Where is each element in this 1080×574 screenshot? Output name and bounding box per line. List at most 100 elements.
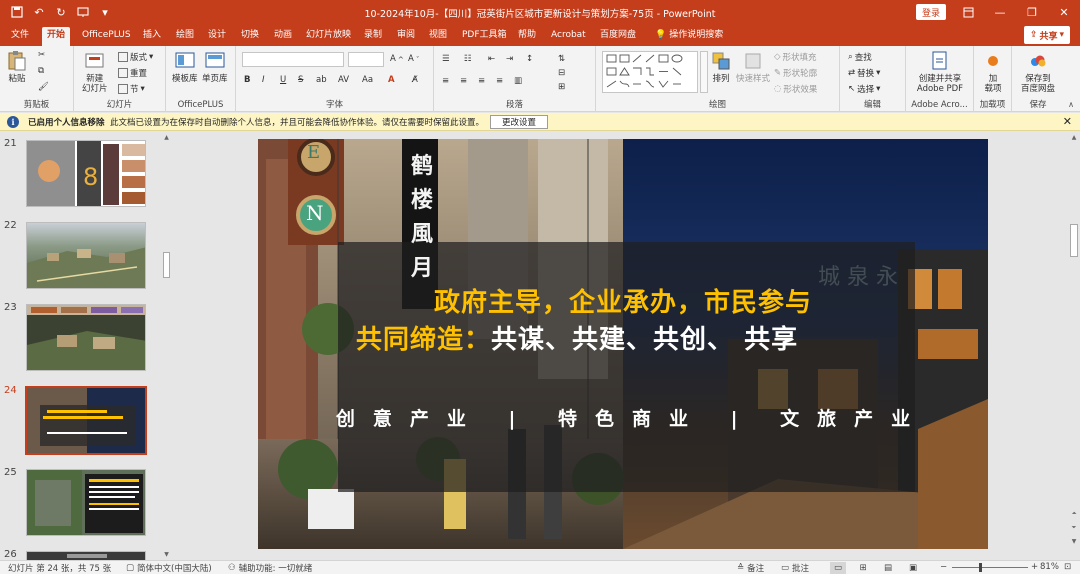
- bold-button[interactable]: B: [244, 75, 250, 85]
- cut-button[interactable]: ✂: [38, 50, 45, 60]
- zoom-slider-thumb[interactable]: [979, 563, 982, 572]
- line-spacing-button[interactable]: ↕: [526, 54, 533, 64]
- zoom-level[interactable]: 81%: [1040, 562, 1059, 572]
- collapse-ribbon-icon[interactable]: ∧: [1068, 100, 1074, 109]
- tab-officeplus[interactable]: OfficePLUS: [77, 27, 136, 46]
- next-slide-icon[interactable]: ⏷: [1068, 524, 1080, 532]
- close-icon[interactable]: ✕: [1063, 115, 1072, 128]
- align-center-button[interactable]: ≡: [460, 76, 467, 86]
- tab-record[interactable]: 录制: [359, 27, 387, 46]
- align-left-button[interactable]: ≡: [442, 76, 449, 86]
- reset-button[interactable]: 重置: [118, 67, 147, 79]
- paste-button[interactable]: 粘贴: [6, 50, 28, 84]
- accessibility-status[interactable]: ⚇ 辅助功能: 一切就绪: [228, 562, 312, 574]
- columns-button[interactable]: ▥: [514, 76, 522, 86]
- italic-button[interactable]: I: [262, 75, 265, 85]
- shape-effects-button[interactable]: ◌ 形状效果: [774, 83, 817, 95]
- bullets-button[interactable]: ☰: [442, 54, 450, 64]
- fit-to-window-icon[interactable]: ⊡: [1064, 562, 1071, 572]
- tab-review[interactable]: 审阅: [392, 27, 420, 46]
- scroll-down-icon[interactable]: ▼: [1068, 538, 1080, 545]
- save-to-baidu-button[interactable]: 保存到 百度网盘: [1016, 50, 1060, 94]
- justify-button[interactable]: ≡: [496, 76, 503, 86]
- layout-button[interactable]: 版式 ▾: [118, 51, 153, 63]
- tab-slideshow[interactable]: 幻灯片放映: [301, 27, 356, 46]
- text-direction-button[interactable]: ⇅: [558, 54, 565, 64]
- tab-design[interactable]: 设计: [203, 27, 231, 46]
- shrink-font-button[interactable]: Aˇ: [408, 54, 419, 64]
- share-button[interactable]: ⇪ 共享 ▾: [1024, 26, 1070, 44]
- decrease-indent-button[interactable]: ⇤: [488, 54, 495, 64]
- reading-view-button[interactable]: ▤: [880, 562, 896, 574]
- minimize-icon[interactable]: —: [984, 0, 1016, 24]
- current-slide[interactable]: 城 泉 永 鹤 楼 風 月 E N 政府主导，企业承办，市民参与 共同缔造：共谋…: [258, 139, 988, 549]
- tab-animations[interactable]: 动画: [269, 27, 297, 46]
- replace-button[interactable]: ⇄ 替换 ▾: [848, 67, 880, 79]
- smartart-button[interactable]: ⊞: [558, 82, 565, 92]
- tab-baidu-netdisk[interactable]: 百度网盘: [595, 27, 641, 46]
- shape-outline-button[interactable]: ✎ 形状轮廓: [774, 67, 817, 79]
- select-button[interactable]: ↖ 选择 ▾: [848, 83, 880, 95]
- zoom-out-button[interactable]: −: [940, 562, 947, 572]
- zoom-in-button[interactable]: +: [1031, 562, 1038, 572]
- font-color-button[interactable]: A: [388, 75, 395, 85]
- scrollbar-thumb[interactable]: [1070, 224, 1078, 257]
- shapes-gallery[interactable]: [602, 51, 698, 93]
- close-icon[interactable]: ✕: [1048, 0, 1080, 24]
- numbering-button[interactable]: ☷: [464, 54, 472, 64]
- single-page-library-button[interactable]: 单页库: [202, 50, 228, 84]
- shape-fill-button[interactable]: ◇ 形状填充: [774, 51, 817, 63]
- character-spacing-button[interactable]: AV: [338, 75, 349, 85]
- quick-styles-button[interactable]: 快速样式: [736, 50, 770, 84]
- tab-pdf-toolbox[interactable]: PDF工具箱: [457, 27, 512, 46]
- tab-transitions[interactable]: 切换: [236, 27, 264, 46]
- create-share-pdf-button[interactable]: 创建并共享 Adobe PDF: [912, 50, 968, 94]
- tab-view[interactable]: 视图: [424, 27, 452, 46]
- tab-insert[interactable]: 插入: [138, 27, 166, 46]
- tab-home[interactable]: 开始: [42, 27, 71, 46]
- align-text-button[interactable]: ⊟: [558, 68, 565, 78]
- slideshow-button[interactable]: ▣: [905, 562, 921, 574]
- language-indicator[interactable]: ▢ 简体中文(中国大陆): [126, 562, 212, 574]
- format-painter-button[interactable]: 🖌: [38, 82, 49, 92]
- template-library-button[interactable]: 模板库: [172, 50, 198, 84]
- editor-scrollbar[interactable]: ▲ ⏶ ⏷ ▼: [1068, 132, 1080, 560]
- zoom-slider-track[interactable]: [952, 567, 1028, 568]
- addins-button[interactable]: 加 载项: [980, 50, 1006, 94]
- tab-file[interactable]: 文件: [6, 27, 34, 46]
- ribbon-display-options-icon[interactable]: [952, 0, 984, 24]
- text-shadow-button[interactable]: ab: [316, 75, 327, 85]
- find-button[interactable]: ⌕ 查找: [848, 51, 872, 63]
- new-slide-button[interactable]: 新建 幻灯片: [82, 50, 108, 94]
- increase-indent-button[interactable]: ⇥: [506, 54, 513, 64]
- comments-button[interactable]: ▭ 批注: [781, 562, 809, 574]
- grow-font-button[interactable]: A ^: [390, 54, 404, 64]
- clear-formatting-button[interactable]: A̸: [412, 75, 418, 85]
- arrange-button[interactable]: 排列: [710, 50, 732, 84]
- shapes-gallery-scroll[interactable]: [700, 51, 708, 93]
- scrollbar-thumb[interactable]: [163, 252, 170, 278]
- change-settings-button[interactable]: 更改设置: [490, 115, 548, 129]
- font-size-dropdown[interactable]: [348, 52, 384, 67]
- underline-button[interactable]: U: [280, 75, 286, 85]
- tab-draw[interactable]: 绘图: [171, 27, 199, 46]
- align-right-button[interactable]: ≡: [478, 76, 485, 86]
- scroll-up-icon[interactable]: ▲: [163, 134, 170, 141]
- login-button[interactable]: 登录: [916, 4, 946, 20]
- notes-button[interactable]: ≙ 备注: [737, 562, 764, 574]
- tab-help[interactable]: 帮助: [513, 27, 541, 46]
- scroll-up-icon[interactable]: ▲: [1068, 134, 1080, 141]
- tab-acrobat[interactable]: Acrobat: [546, 27, 591, 46]
- section-button[interactable]: 节 ▾: [118, 83, 145, 95]
- tell-me-search[interactable]: 💡 操作说明搜索: [650, 27, 728, 46]
- prev-slide-icon[interactable]: ⏶: [1068, 510, 1080, 518]
- font-name-dropdown[interactable]: [242, 52, 344, 67]
- change-case-button[interactable]: Aa: [362, 75, 373, 85]
- thumbnails-scrollbar[interactable]: ▲ ▼: [161, 132, 172, 560]
- scroll-down-icon[interactable]: ▼: [163, 551, 170, 558]
- copy-button[interactable]: ⧉: [38, 66, 44, 76]
- strikethrough-button[interactable]: S: [298, 75, 303, 85]
- normal-view-button[interactable]: ▭: [830, 562, 846, 574]
- restore-icon[interactable]: ❐: [1016, 0, 1048, 24]
- slide-sorter-button[interactable]: ⊞: [855, 562, 871, 574]
